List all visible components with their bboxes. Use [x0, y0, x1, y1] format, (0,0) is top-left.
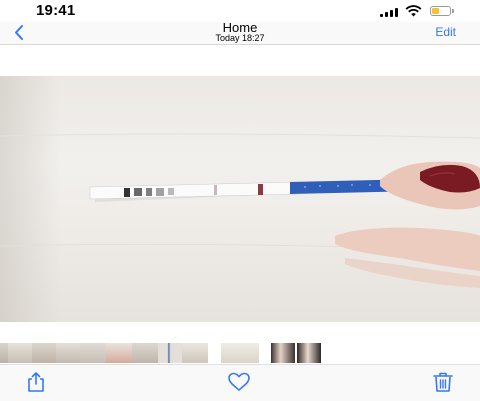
thumbnail[interactable]: [271, 343, 295, 363]
photo-content: [0, 133, 480, 288]
thumbnail[interactable]: [158, 343, 182, 363]
status-time: 19:41: [36, 2, 76, 19]
battery-icon: [430, 6, 456, 17]
delete-button[interactable]: [431, 371, 455, 393]
thumbnail[interactable]: [182, 343, 208, 363]
nav-bar: Home Today 18:27 Edit: [0, 21, 480, 45]
trash-icon: [433, 372, 453, 392]
thumbnail[interactable]: [80, 343, 106, 363]
wifi-icon: [405, 5, 422, 17]
nav-subtitle: Today 18:27: [215, 33, 265, 43]
thumbnail[interactable]: [106, 343, 132, 363]
thumbnail[interactable]: [0, 343, 8, 363]
thumbnail[interactable]: [32, 343, 56, 363]
thumbnail-strip[interactable]: [0, 343, 480, 363]
status-bar: 19:41: [0, 0, 480, 22]
heart-icon: [228, 372, 250, 391]
signal-icon: [380, 8, 400, 17]
share-icon: [28, 372, 44, 392]
thumbnail[interactable]: [56, 343, 80, 363]
thumbnail[interactable]: [132, 343, 158, 363]
share-button[interactable]: [24, 371, 48, 393]
bottom-toolbar: [0, 364, 480, 401]
thumbnail[interactable]: [8, 343, 32, 363]
edit-button[interactable]: Edit: [435, 25, 456, 39]
thumbnail[interactable]: [297, 343, 321, 363]
favorite-button[interactable]: [227, 371, 251, 393]
main-photo[interactable]: [0, 76, 480, 322]
thumbnail-current[interactable]: [221, 343, 259, 363]
